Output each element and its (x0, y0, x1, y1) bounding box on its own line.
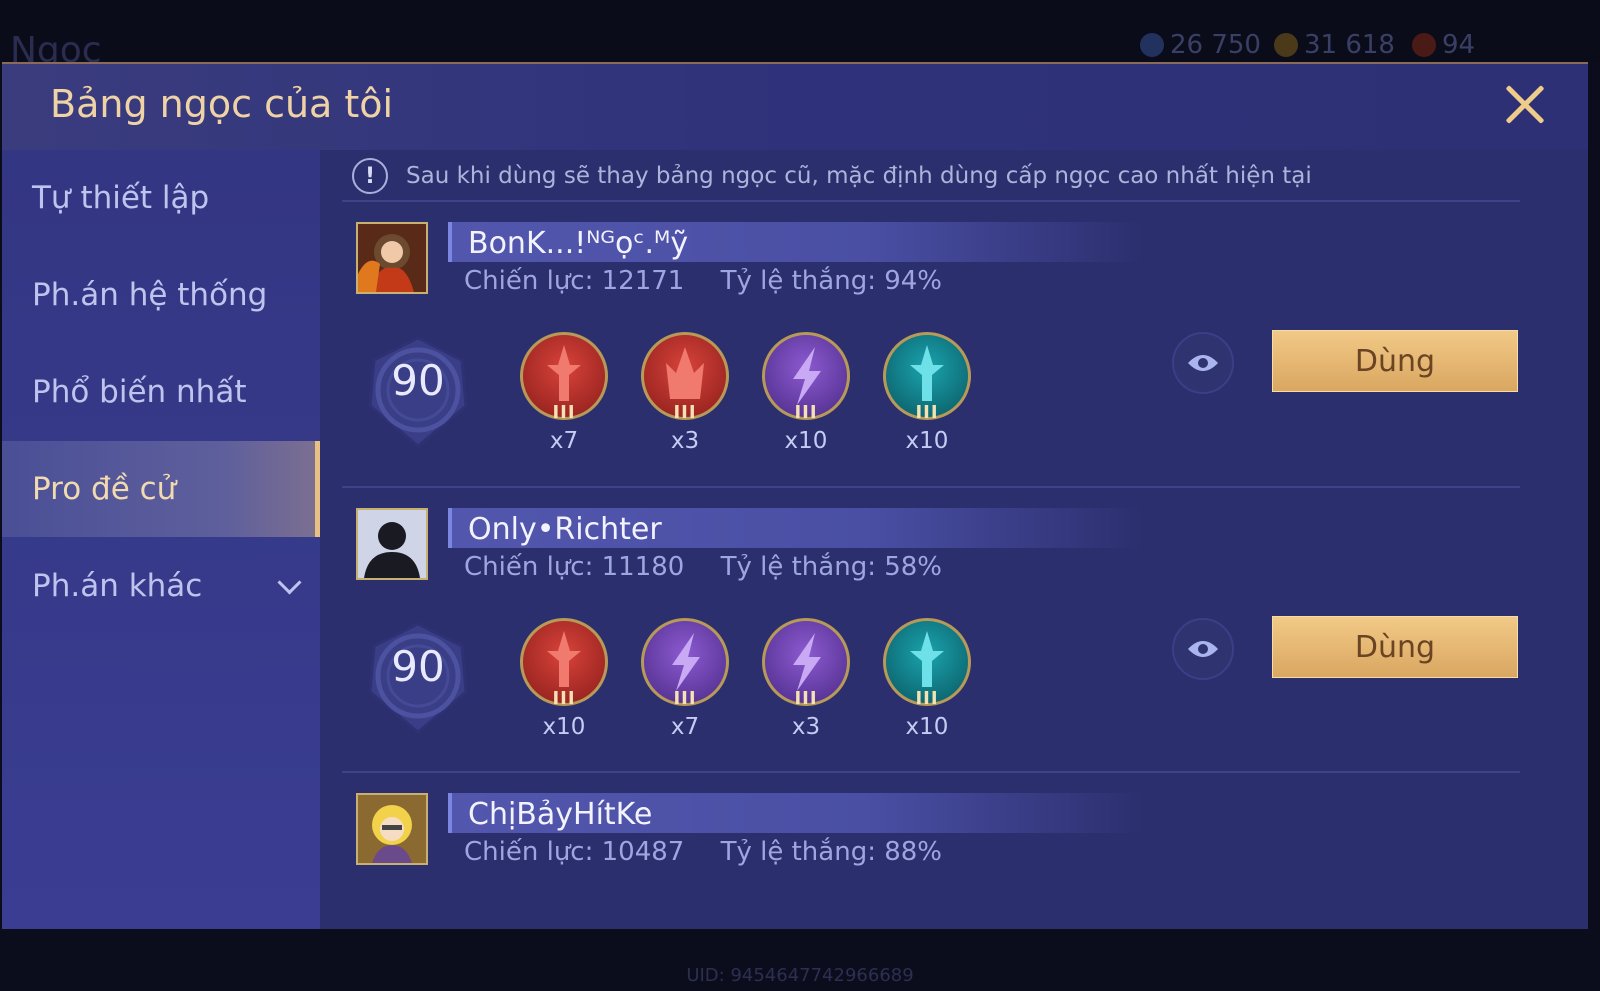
player-stats: Chiến lực: 11180 Tỷ lệ thắng: 58% (464, 552, 970, 582)
player-stats: Chiến lực: 10487 Tỷ lệ thắng: 88% (464, 837, 970, 867)
win-rate: Tỷ lệ thắng: 88% (720, 837, 943, 867)
rune-level-badge: 90 (364, 334, 472, 448)
rune-set-entry: Only•Richter Chiến lực: 11180 Tỷ lệ thắn… (320, 508, 1588, 798)
gem-count: x3 (791, 714, 821, 740)
gem-count: x10 (542, 714, 586, 740)
player-name: ChịBảyHítKe (468, 797, 653, 832)
win-rate: Tỷ lệ thắng: 58% (720, 552, 943, 582)
rune-gem-list: III x7 III x3 III x10 III x10 (516, 332, 1000, 462)
content-area: ! Sau khi dùng sẽ thay bảng ngọc cũ, mặc… (320, 150, 1588, 929)
red-gem[interactable]: III x7 (516, 332, 612, 462)
red-gem[interactable]: III x3 (637, 332, 733, 462)
sidebar-item-pro-recommended[interactable]: Pro đề cử (2, 441, 320, 537)
gold-currency: 31 618 (1274, 30, 1395, 60)
gem-count: x7 (549, 428, 579, 454)
rune-level: 90 (391, 356, 445, 405)
red-gem[interactable]: III x10 (516, 618, 612, 748)
sidebar-item-label: Phổ biến nhất (32, 374, 247, 410)
rune-gem-list: III x10 III x7 III x3 III x10 (516, 618, 1000, 748)
diamond-currency: 26 750 (1140, 30, 1261, 60)
chevron-down-icon (277, 570, 302, 595)
avatar[interactable] (356, 222, 428, 294)
top-bar: Ngọc 26 750 31 618 94 (0, 0, 1600, 71)
gem-rank: III (552, 688, 576, 709)
player-name-bar: ChịBảyHítKe (448, 793, 1142, 833)
gem-count: x10 (784, 428, 828, 454)
combat-power: Chiến lực: 10487 (464, 837, 685, 867)
gem-rank: III (673, 688, 697, 709)
sidebar-item-label: Pro đề cử (32, 471, 177, 507)
player-name-bar: BonK...!ᴺᴳọᶜ.ᴹỹ (448, 222, 1142, 262)
gem-rank: III (552, 402, 576, 423)
use-button[interactable]: Dùng (1272, 616, 1518, 678)
win-rate: Tỷ lệ thắng: 94% (720, 266, 943, 296)
rune-dialog: Bảng ngọc của tôi Tự thiết lập Ph.án hệ … (2, 62, 1588, 929)
sidebar-item-label: Tự thiết lập (32, 180, 210, 216)
divider (342, 771, 1520, 773)
gem-rank: III (915, 688, 939, 709)
uid-text: UID: 9454647742966689 (686, 965, 914, 986)
purple-gem[interactable]: III x3 (758, 618, 854, 748)
sidebar-item-label: Ph.án khác (32, 568, 203, 604)
player-name: Only•Richter (468, 512, 662, 547)
cyan-gem[interactable]: III x10 (879, 332, 975, 462)
eye-icon (1188, 641, 1218, 657)
close-icon[interactable] (1502, 82, 1548, 128)
diamond-coin-icon (1140, 33, 1164, 57)
rune-level-badge: 90 (364, 620, 472, 734)
sidebar-item-popular[interactable]: Phổ biến nhất (2, 344, 320, 440)
rune-set-entry: ChịBảyHítKe Chiến lực: 10487 Tỷ lệ thắng… (320, 793, 1588, 893)
gem-count: x10 (905, 714, 949, 740)
divider (342, 486, 1520, 488)
gem-count: x7 (670, 714, 700, 740)
red-gem-icon (1412, 33, 1436, 57)
eye-icon (1188, 355, 1218, 371)
player-stats: Chiến lực: 12171 Tỷ lệ thắng: 94% (464, 266, 970, 296)
gold-currency-value: 31 618 (1304, 30, 1395, 60)
purple-gem[interactable]: III x7 (637, 618, 733, 748)
sidebar-item-other[interactable]: Ph.án khác (2, 538, 320, 634)
combat-power: Chiến lực: 12171 (464, 266, 685, 296)
dialog-title: Bảng ngọc của tôi (50, 82, 394, 126)
purple-gem[interactable]: III x10 (758, 332, 854, 462)
player-name: BonK...!ᴺᴳọᶜ.ᴹỹ (468, 226, 689, 261)
gem-rank: III (794, 688, 818, 709)
gold-coin-icon (1274, 33, 1298, 57)
red-currency: 94 (1412, 30, 1475, 60)
rune-level: 90 (391, 642, 445, 691)
gem-rank: III (915, 402, 939, 423)
dialog-header: Bảng ngọc của tôi (2, 64, 1588, 150)
rune-set-entry: BonK...!ᴺᴳọᶜ.ᴹỹ Chiến lực: 12171 Tỷ lệ t… (320, 222, 1588, 512)
avatar[interactable] (356, 508, 428, 580)
gem-rank: III (794, 402, 818, 423)
divider (342, 200, 1520, 202)
cyan-gem[interactable]: III x10 (879, 618, 975, 748)
info-icon: ! (352, 158, 388, 194)
avatar[interactable] (356, 793, 428, 865)
notice-text: Sau khi dùng sẽ thay bảng ngọc cũ, mặc đ… (406, 163, 1312, 189)
preview-button[interactable] (1172, 618, 1234, 680)
sidebar: Tự thiết lập Ph.án hệ thống Phổ biến nhấ… (2, 150, 320, 929)
use-button[interactable]: Dùng (1272, 330, 1518, 392)
sidebar-item-custom[interactable]: Tự thiết lập (2, 150, 320, 246)
red-currency-value: 94 (1442, 30, 1476, 60)
combat-power: Chiến lực: 11180 (464, 552, 685, 582)
gem-count: x10 (905, 428, 949, 454)
sidebar-item-system[interactable]: Ph.án hệ thống (2, 247, 320, 343)
player-name-bar: Only•Richter (448, 508, 1142, 548)
preview-button[interactable] (1172, 332, 1234, 394)
gem-rank: III (673, 402, 697, 423)
notice: ! Sau khi dùng sẽ thay bảng ngọc cũ, mặc… (352, 158, 1312, 194)
diamond-currency-value: 26 750 (1170, 30, 1261, 60)
sidebar-item-label: Ph.án hệ thống (32, 277, 268, 313)
gem-count: x3 (670, 428, 700, 454)
